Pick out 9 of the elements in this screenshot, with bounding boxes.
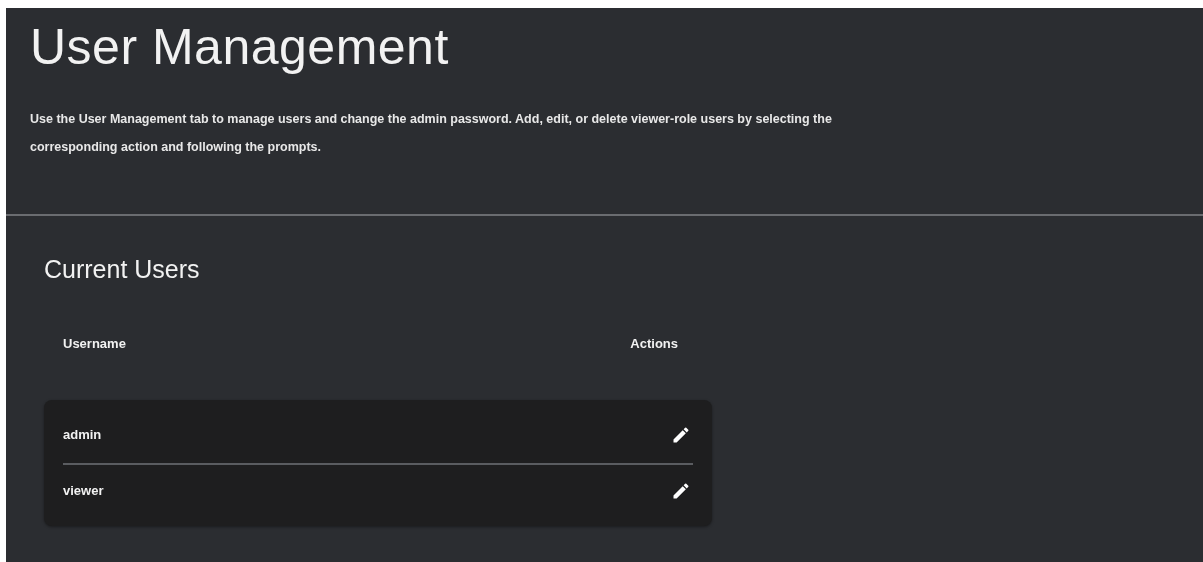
description-text: Use the User Management tab to manage users and change the admin password. Add, edit, or delete viewer-role users by selecting the corresponding action and following the prompts. <box>30 111 833 156</box>
username-text: viewer <box>63 482 104 501</box>
page-title: User Management <box>30 20 450 75</box>
column-header: Actions <box>630 335 678 353</box>
pencil-icon <box>671 481 691 501</box>
username-text: admin <box>63 426 102 445</box>
section-heading: Current Users <box>44 254 201 284</box>
column-header: Username <box>63 335 126 353</box>
pencil-icon <box>671 425 691 445</box>
